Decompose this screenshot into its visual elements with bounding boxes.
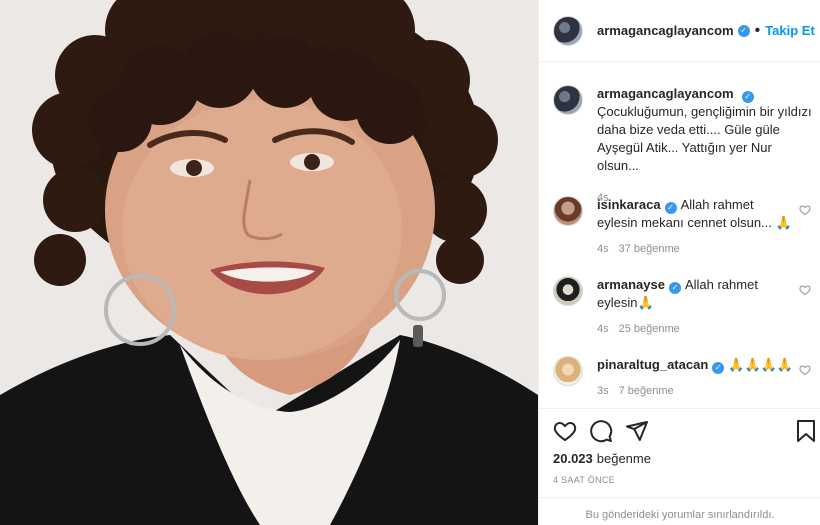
comment-likes[interactable]: 7 beğenme — [619, 385, 674, 397]
commenter-username[interactable]: isinkaraca — [597, 197, 661, 212]
heart-icon[interactable] — [799, 204, 811, 216]
comment-text: 🙏🙏🙏🙏 — [728, 357, 794, 372]
caption: armagancaglayancom ✓ Çocukluğumun, gençli… — [553, 85, 815, 207]
comment-item: armanayse ✓ Allah rahmet eylesin🙏 4s 25 beğ… — [553, 276, 815, 338]
comment-icon[interactable] — [589, 419, 613, 443]
action-bar — [553, 419, 820, 445]
comments-limited-notice: Bu gönderideki yorumlar sınırlandırıldı. — [539, 497, 820, 521]
author-avatar[interactable] — [553, 85, 583, 115]
heart-icon[interactable] — [799, 364, 811, 376]
verified-badge-icon: ✓ — [737, 24, 750, 37]
commenter-username[interactable]: pinaraltug_atacan — [597, 357, 708, 372]
share-icon[interactable] — [625, 419, 649, 443]
commenter-avatar[interactable] — [553, 356, 583, 386]
like-count-label: beğenme — [596, 451, 651, 466]
instagram-post: armagancaglayancom ✓ • Takip Et armaganc… — [0, 0, 820, 525]
post-side-panel: armagancaglayancom ✓ • Takip Et armaganc… — [538, 0, 820, 525]
commenter-username[interactable]: armanayse — [597, 277, 665, 292]
comment-time[interactable]: 4s — [597, 323, 609, 335]
comment-time[interactable]: 3s — [597, 385, 609, 397]
post-timestamp[interactable]: 4 SAAT ÖNCE — [553, 475, 615, 485]
separator-dot: • — [754, 21, 761, 39]
post-photo[interactable] — [0, 0, 538, 525]
comments-list[interactable]: armagancaglayancom ✓ Çocukluğumun, gençli… — [539, 63, 820, 408]
commenter-avatar[interactable] — [553, 196, 583, 226]
follow-button[interactable]: Takip Et — [765, 23, 815, 38]
like-count-value: 20.023 — [553, 451, 593, 466]
author-avatar[interactable] — [553, 15, 583, 46]
comment-likes[interactable]: 37 beğenme — [619, 243, 680, 255]
caption-text: Çocukluğumun, gençliğimin bir yıldızı da… — [597, 104, 812, 173]
like-count[interactable]: 20.023 beğenme — [553, 451, 651, 466]
commenter-avatar[interactable] — [553, 276, 583, 306]
post-actions: 20.023 beğenme 4 SAAT ÖNCE Bu gönderideki… — [539, 408, 820, 525]
bookmark-icon[interactable] — [795, 419, 817, 443]
comment-likes[interactable]: 25 beğenme — [619, 323, 680, 335]
post-header: armagancaglayancom ✓ • Takip Et — [539, 0, 820, 62]
verified-badge-icon: ✓ — [712, 362, 725, 374]
comment-item: pinaraltug_atacan ✓ 🙏🙏🙏🙏 3s 7 beğenme — [553, 356, 815, 400]
heart-icon[interactable] — [553, 419, 577, 443]
comment-time[interactable]: 4s — [597, 243, 609, 255]
verified-badge-icon: ✓ — [741, 91, 754, 103]
author-username[interactable]: armagancaglayancom — [597, 23, 734, 38]
comment-item: isinkaraca ✓ Allah rahmet eylesin mekanı c… — [553, 196, 815, 258]
caption-username[interactable]: armagancaglayancom — [597, 86, 734, 101]
heart-icon[interactable] — [799, 284, 811, 296]
portrait-image — [0, 0, 538, 525]
verified-badge-icon: ✓ — [668, 282, 681, 294]
verified-badge-icon: ✓ — [664, 202, 677, 214]
